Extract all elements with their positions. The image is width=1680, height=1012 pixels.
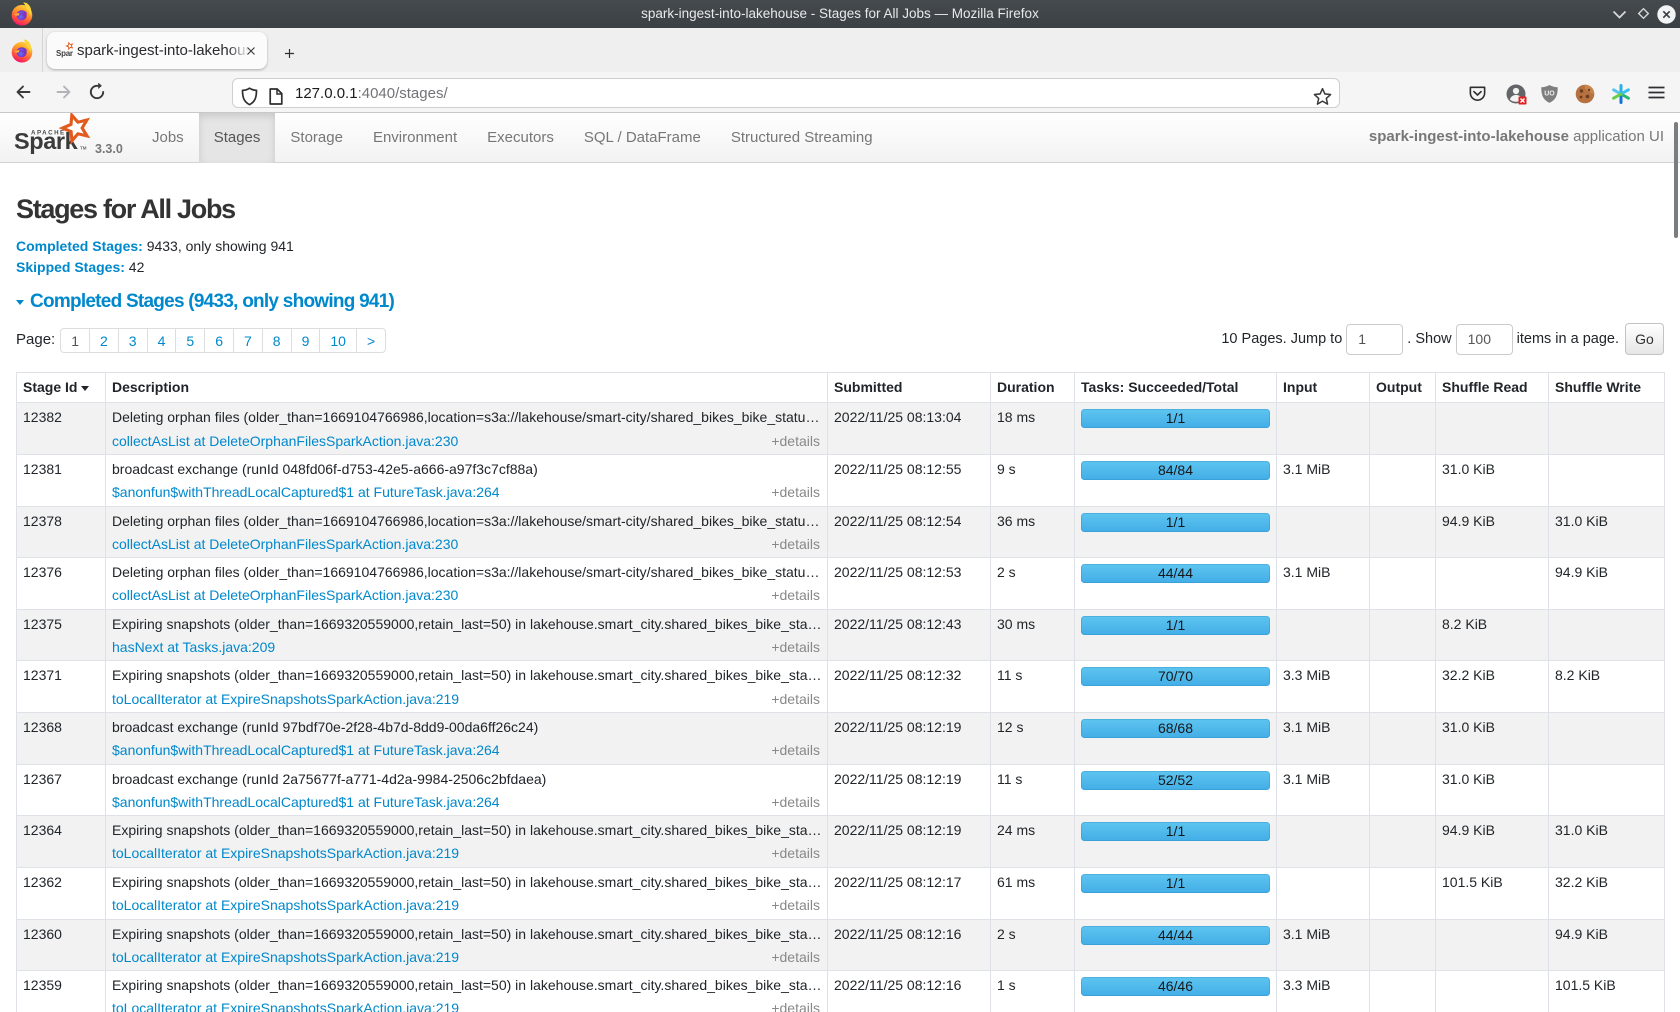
svg-text:TM: TM	[80, 146, 87, 151]
svg-text:UO: UO	[1544, 91, 1555, 98]
svg-text:APACHE: APACHE	[31, 130, 66, 137]
svg-text:Spark: Spark	[56, 49, 73, 58]
